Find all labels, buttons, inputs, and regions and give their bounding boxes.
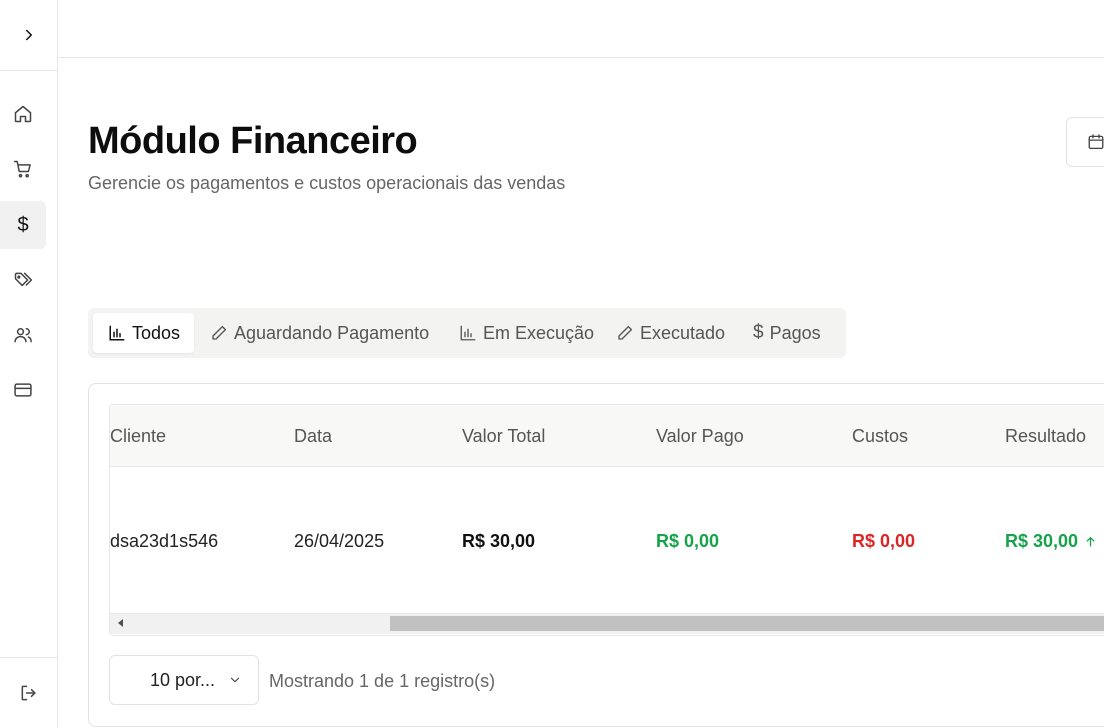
tab-pagos[interactable]: $ Pagos [753,313,821,353]
cell-cliente: dsa23d1s546 [110,531,219,551]
cell-custos: R$ 0,00 [852,531,916,551]
log-out-icon [21,685,36,701]
date-picker-button[interactable] [1066,117,1104,167]
column-header-cliente[interactable]: Cliente [110,426,166,447]
scroll-left-arrow-icon[interactable] [118,619,123,627]
logout-button[interactable] [0,657,57,728]
chevron-right-icon [25,29,32,41]
tab-label: Aguardando Pagamento [234,322,430,343]
credit-card-icon [14,383,32,397]
pencil-icon [212,325,227,340]
bar-chart-icon [460,325,476,341]
tab-label: Pagos [769,322,821,343]
tab-em-execucao[interactable]: Em Execução [459,313,594,353]
pencil-icon [618,325,633,340]
cell-valor-pago: R$ 0,00 [656,531,720,551]
cell-resultado: R$ 30,00 [1005,531,1097,552]
table-header: Cliente Data Valor Total Valor Pago Cust… [110,405,1104,467]
users-icon [14,328,32,343]
column-header-valor-pago[interactable]: Valor Pago [656,426,744,447]
tab-aguardando-pagamento[interactable]: Aguardando Pagamento [210,313,429,353]
records-info: Mostrando 1 de 1 registro(s) [269,671,496,691]
tab-label: Todos [132,322,181,343]
tab-label: Em Execução [483,322,595,343]
sidebar-item-cart[interactable] [0,145,46,193]
sidebar: $ [0,0,58,727]
sidebar-item-tags[interactable] [0,256,46,304]
tab-label: Executado [640,322,726,343]
column-header-resultado[interactable]: Resultado [1005,426,1086,447]
column-header-custos[interactable]: Custos [852,426,908,447]
page-size-select[interactable]: 10 por... [109,655,259,705]
tab-executado[interactable]: Executado [616,313,725,353]
arrow-up-icon [1086,537,1095,547]
page-title: Módulo Financeiro [88,120,418,162]
dollar-icon: $ [17,213,29,236]
page-subtitle: Gerencie os pagamentos e custos operacio… [88,173,566,193]
bar-chart-icon [109,325,125,341]
sidebar-item-home[interactable] [0,90,46,138]
sidebar-item-users[interactable] [0,311,46,359]
top-bar [58,0,1104,58]
column-header-data[interactable]: Data [294,426,332,447]
cell-valor-total: R$ 30,00 [462,531,536,551]
sidebar-toggle-button[interactable] [0,0,57,71]
status-tabs: Todos Aguardando Pagamento Em Execução E… [88,308,846,358]
financial-table: Cliente Data Valor Total Valor Pago Cust… [109,404,1104,636]
tab-todos[interactable]: Todos [93,313,195,353]
resultado-value: R$ 30,00 [1005,531,1079,551]
calendar-icon [1088,134,1104,150]
tags-icon [14,272,33,287]
page-size-value: 10 por... [150,669,216,690]
chevron-down-icon [230,677,240,683]
cell-data: 26/04/2025 [294,531,385,551]
dollar-icon: $ [753,322,764,343]
column-header-valor-total[interactable]: Valor Total [462,426,545,447]
sidebar-item-payments[interactable] [0,366,46,414]
sidebar-item-financeiro[interactable]: $ [0,201,46,249]
scrollbar-thumb[interactable] [390,616,1104,631]
shopping-cart-icon [13,160,31,178]
horizontal-scrollbar[interactable] [110,613,1104,634]
home-icon [14,105,32,123]
